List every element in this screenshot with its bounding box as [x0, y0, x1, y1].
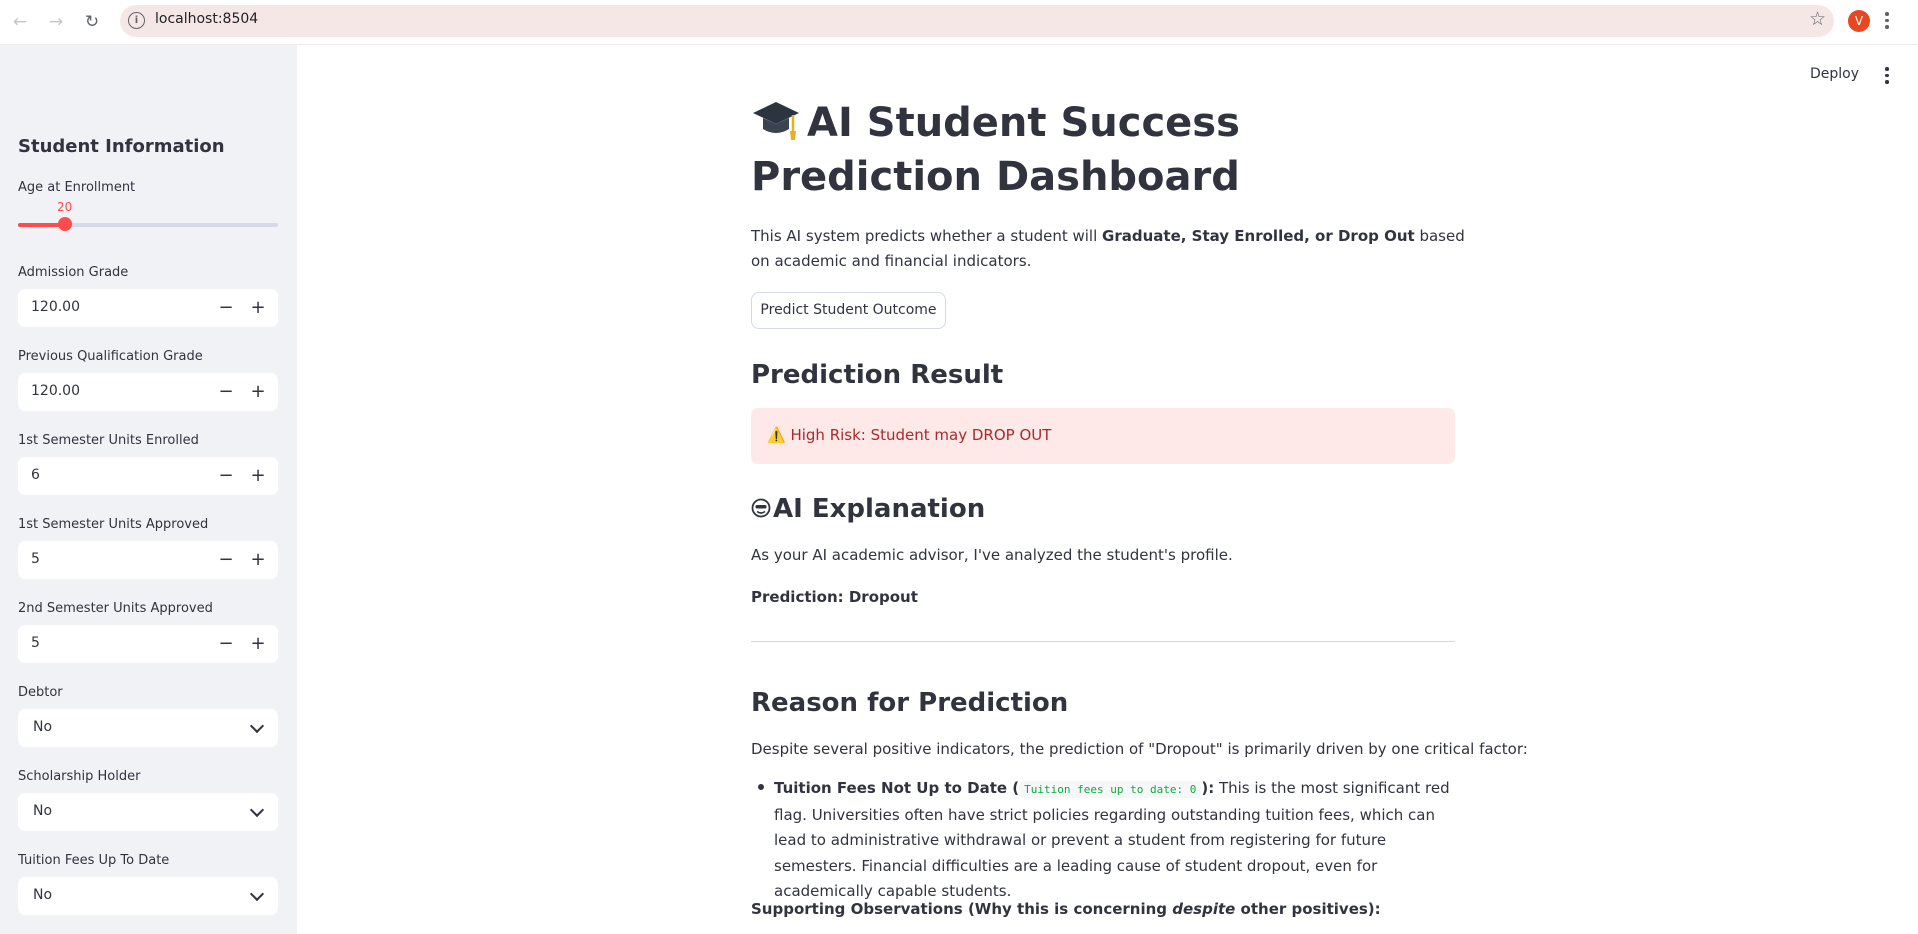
prediction-line: Prediction: Dropout — [751, 588, 918, 606]
list-item: Tuition Fees Not Up to Date (Tuition fee… — [774, 776, 1454, 905]
age-label: Age at Enrollment — [18, 180, 136, 195]
scholarship-label: Scholarship Holder — [18, 769, 141, 784]
age-slider-value: 20 — [57, 200, 73, 214]
browser-toolbar: ← → ↻ i localhost:8504 ☆ V — [0, 0, 1918, 45]
url-text[interactable]: localhost:8504 — [155, 11, 258, 27]
scholarship-select[interactable]: No — [18, 793, 278, 831]
age-slider-thumb[interactable] — [57, 217, 72, 231]
previous-grade-increment-button[interactable]: + — [246, 380, 270, 404]
chevron-down-icon[interactable] — [249, 718, 265, 734]
code-snippet: Tuition fees up to date: 0 — [1019, 781, 1202, 798]
previous-grade-input[interactable]: 120.00 − + — [18, 373, 278, 411]
sem2-approved-label: 2nd Semester Units Approved — [18, 601, 213, 616]
chevron-down-icon[interactable] — [249, 886, 265, 902]
page-title-text: AI Student Success Prediction Dashboard — [751, 100, 1240, 200]
sem1-enrolled-value[interactable]: 6 — [31, 467, 40, 483]
divider — [751, 641, 1455, 642]
sem1-approved-label: 1st Semester Units Approved — [18, 517, 209, 532]
sem1-approved-decrement-button[interactable]: − — [214, 548, 238, 572]
site-info-icon[interactable]: i — [128, 12, 145, 29]
advisor-text: As your AI academic advisor, I've analyz… — [751, 546, 1233, 564]
sem2-approved-input[interactable]: 5 − + — [18, 625, 278, 663]
more-vert-icon[interactable] — [1880, 64, 1894, 88]
sem1-approved-input[interactable]: 5 − + — [18, 541, 278, 579]
admission-grade-value[interactable]: 120.00 — [31, 299, 80, 315]
debtor-select[interactable]: No — [18, 709, 278, 747]
graduation-cap-icon — [753, 102, 799, 140]
support-text-end: other positives): — [1235, 900, 1381, 918]
list-item-paren-open: ( — [1007, 779, 1020, 797]
predict-button[interactable]: Predict Student Outcome — [751, 292, 946, 329]
sidebar-title: Student Information — [18, 136, 225, 157]
scholarship-selected-value[interactable]: No — [33, 803, 52, 819]
admission-grade-decrement-button[interactable]: − — [214, 296, 238, 320]
debtor-label: Debtor — [18, 685, 63, 700]
reason-text: Despite several positive indicators, the… — [751, 740, 1528, 758]
list-item-title: Tuition Fees Not Up to Date — [774, 779, 1008, 797]
intro-text-bold: Graduate, Stay Enrolled, or Drop Out — [1102, 227, 1415, 245]
sem2-approved-decrement-button[interactable]: − — [214, 632, 238, 656]
risk-alert-text: ⚠️ High Risk: Student may DROP OUT — [767, 426, 1052, 444]
admission-grade-input[interactable]: 120.00 − + — [18, 289, 278, 327]
supporting-observations-heading: Supporting Observations (Why this is con… — [751, 900, 1381, 918]
previous-grade-label: Previous Qualification Grade — [18, 349, 203, 364]
forward-arrow-icon[interactable]: → — [44, 10, 68, 34]
support-text-em: despite — [1172, 900, 1236, 918]
deploy-button[interactable]: Deploy — [1810, 66, 1859, 82]
prediction-result-heading: Prediction Result — [751, 360, 1004, 390]
tuition-select[interactable]: No — [18, 877, 278, 915]
back-arrow-icon[interactable]: ← — [8, 10, 32, 34]
sem1-approved-increment-button[interactable]: + — [246, 548, 270, 572]
list-item-paren-close: ): — [1201, 779, 1215, 797]
chevron-down-icon[interactable] — [249, 802, 265, 818]
sem2-approved-value[interactable]: 5 — [31, 635, 40, 651]
list-bullet — [758, 784, 764, 790]
risk-alert: ⚠️ High Risk: Student may DROP OUT — [751, 408, 1455, 464]
sem1-enrolled-label: 1st Semester Units Enrolled — [18, 433, 199, 448]
support-text-start: Supporting Observations (Why this is con… — [751, 900, 1173, 918]
admission-grade-increment-button[interactable]: + — [246, 296, 270, 320]
tuition-selected-value[interactable]: No — [33, 887, 52, 903]
reason-heading: Reason for Prediction — [751, 688, 1069, 718]
page-title: AI Student Success Prediction Dashboard — [751, 96, 1451, 204]
face-icon — [751, 498, 771, 518]
tuition-label: Tuition Fees Up To Date — [18, 853, 170, 868]
sem1-enrolled-decrement-button[interactable]: − — [214, 464, 238, 488]
sem1-enrolled-input[interactable]: 6 − + — [18, 457, 278, 495]
admission-grade-label: Admission Grade — [18, 265, 129, 280]
intro-text: This AI system predicts whether a studen… — [751, 224, 1481, 274]
sem1-enrolled-increment-button[interactable]: + — [246, 464, 270, 488]
ai-explanation-heading: AI Explanation — [751, 494, 985, 524]
browser-menu-icon[interactable] — [1880, 9, 1894, 33]
address-bar[interactable]: i localhost:8504 ☆ — [120, 5, 1834, 37]
ai-explanation-text: AI Explanation — [773, 494, 986, 524]
intro-text-start: This AI system predicts whether a studen… — [751, 227, 1103, 245]
debtor-selected-value[interactable]: No — [33, 719, 52, 735]
profile-avatar[interactable]: V — [1848, 10, 1870, 32]
star-icon[interactable]: ☆ — [1809, 8, 1826, 30]
previous-grade-decrement-button[interactable]: − — [214, 380, 238, 404]
reload-icon[interactable]: ↻ — [80, 10, 104, 34]
sem2-approved-increment-button[interactable]: + — [246, 632, 270, 656]
sidebar: Student Information Age at Enrollment 20… — [0, 45, 297, 934]
previous-grade-value[interactable]: 120.00 — [31, 383, 80, 399]
sem1-approved-value[interactable]: 5 — [31, 551, 40, 567]
